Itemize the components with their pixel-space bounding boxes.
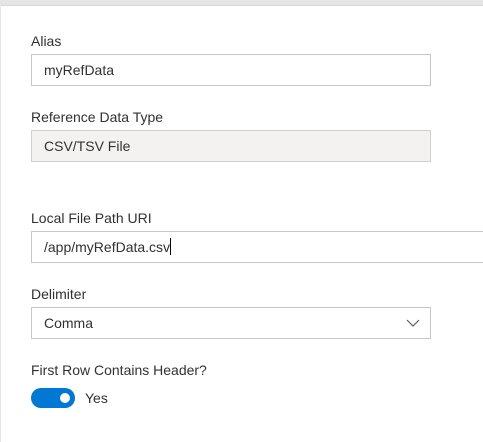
reference-data-type-field: CSV/TSV File bbox=[31, 130, 431, 162]
panel-edge bbox=[0, 0, 1, 442]
chevron-down-icon bbox=[406, 319, 420, 327]
toggle-knob bbox=[60, 393, 70, 403]
delimiter-selected-value: Comma bbox=[44, 315, 94, 331]
reference-data-type-label: Reference Data Type bbox=[31, 109, 164, 125]
top-divider bbox=[0, 0, 483, 6]
local-file-path-input[interactable]: /app/myRefData.csv bbox=[31, 231, 483, 263]
local-file-path-value: /app/myRefData.csv bbox=[44, 239, 171, 255]
delimiter-label: Delimiter bbox=[31, 286, 87, 302]
alias-input-value: myRefData bbox=[44, 62, 115, 78]
local-file-path-label: Local File Path URI bbox=[31, 210, 152, 226]
alias-input[interactable]: myRefData bbox=[31, 54, 431, 86]
first-row-header-label: First Row Contains Header? bbox=[31, 362, 207, 378]
first-row-header-toggle[interactable] bbox=[31, 388, 75, 408]
text-cursor bbox=[170, 238, 172, 255]
alias-label: Alias bbox=[31, 33, 62, 49]
first-row-header-state: Yes bbox=[85, 390, 108, 406]
delimiter-dropdown[interactable]: Comma bbox=[31, 307, 431, 339]
reference-data-type-value: CSV/TSV File bbox=[44, 138, 131, 154]
